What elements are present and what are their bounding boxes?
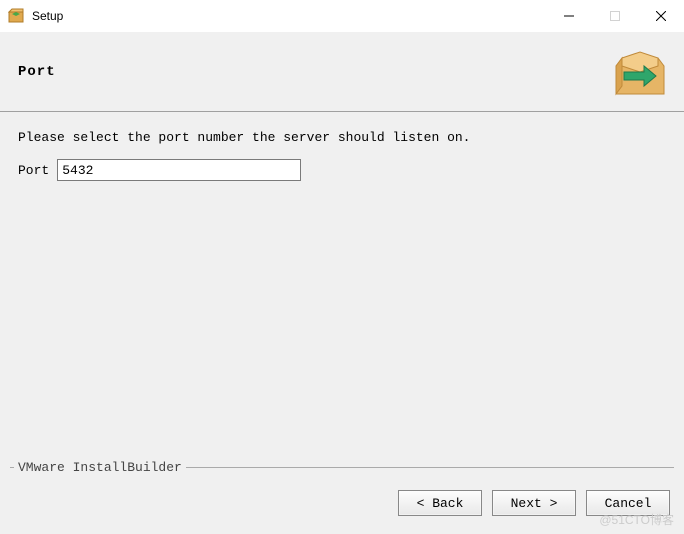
maximize-button bbox=[592, 0, 638, 32]
window-controls bbox=[546, 0, 684, 32]
wizard-header: Port bbox=[0, 32, 684, 112]
back-button[interactable]: < Back bbox=[398, 490, 482, 516]
package-icon bbox=[610, 42, 670, 102]
next-button[interactable]: Next > bbox=[492, 490, 576, 516]
titlebar: Setup bbox=[0, 0, 684, 32]
cancel-button[interactable]: Cancel bbox=[586, 490, 670, 516]
instruction-text: Please select the port number the server… bbox=[18, 130, 666, 145]
wizard-footer: VMware InstallBuilder < Back Next > Canc… bbox=[0, 452, 684, 534]
button-row: < Back Next > Cancel bbox=[398, 490, 670, 516]
close-button[interactable] bbox=[638, 0, 684, 32]
port-input[interactable] bbox=[57, 159, 301, 181]
page-heading: Port bbox=[18, 64, 56, 80]
window-title: Setup bbox=[32, 9, 546, 23]
minimize-button[interactable] bbox=[546, 0, 592, 32]
builder-label: VMware InstallBuilder bbox=[16, 460, 184, 475]
footer-separator: VMware InstallBuilder bbox=[10, 460, 674, 474]
app-icon bbox=[8, 8, 24, 24]
wizard-content: Please select the port number the server… bbox=[0, 112, 684, 452]
port-row: Port bbox=[18, 159, 666, 181]
port-label: Port bbox=[18, 163, 49, 178]
